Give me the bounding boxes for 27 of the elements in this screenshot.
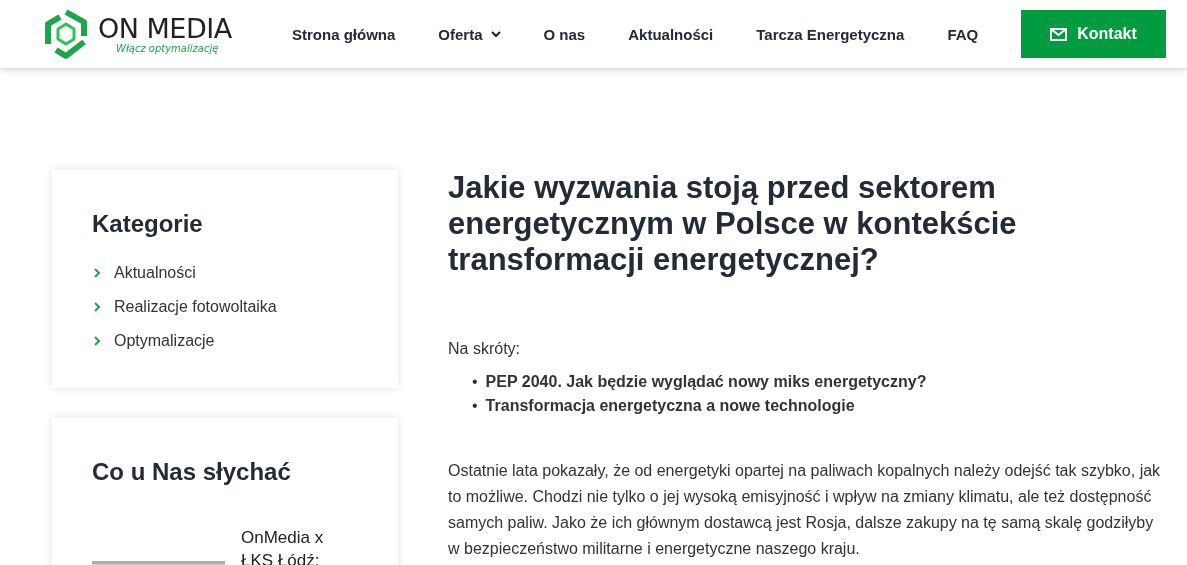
category-link[interactable]: Optymalizacje (92, 324, 358, 358)
article-title: Jakie wyzwania stoją przed sektorem energetycznym w Polsce w kontekście transformacji energetycznej? (448, 170, 1018, 278)
bullet: • (472, 372, 478, 392)
nav-link[interactable]: Strona główna (292, 25, 396, 43)
toc-link[interactable]: PEP 2040. Jak będzie wyglądać nowy miks energetyczny? (485, 370, 927, 394)
intro-text: Na skróty: (448, 340, 521, 358)
logo-name: ON MEDIA (98, 14, 232, 43)
article-paragraph: Ostatnie lata pokazały, że od energetyki opartej na paliwach kopalnych należy odejść tak szybko, jak to możliwe. Chodzi nie tylko o jej wysoką emisyjność i wpływ na zmiany klimatu, ale też dostępność samych paliw. Jako że ich głównym dostawcą jest Rosja, dalsze zakupy na tę samą skalę godziłyby w bezpieczeństwo militarne i energetyczne naszego kraju. (448, 461, 1162, 559)
nav-link[interactable]: Tarcza Energetyczna (756, 25, 905, 43)
card-title: Co u Nas słychać (92, 458, 292, 486)
nav-dropdown[interactable]: Oferta (438, 25, 501, 43)
chevron-right-icon (92, 302, 102, 312)
category-link[interactable]: Realizacje fotowoltaika (92, 290, 358, 324)
hexagon-logo-icon (42, 8, 90, 60)
logo-tagline: Włącz optymalizację (116, 42, 220, 54)
bullet: • (472, 396, 478, 416)
nav-link[interactable]: O nas (543, 25, 586, 43)
chevron-right-icon (92, 336, 102, 346)
envelope-icon (1050, 27, 1068, 41)
contact-button[interactable]: Kontakt (1021, 10, 1166, 58)
nav-link[interactable]: FAQ (947, 25, 979, 43)
toc-link[interactable]: Transformacja energetyczna a nowe technologie (485, 394, 855, 418)
caret-down-icon (490, 30, 501, 38)
chevron-right-icon (92, 268, 102, 278)
category-link[interactable]: Aktualności (92, 256, 358, 290)
card-title: Kategorie (92, 210, 204, 238)
nav-link[interactable]: Aktualności (628, 25, 714, 43)
